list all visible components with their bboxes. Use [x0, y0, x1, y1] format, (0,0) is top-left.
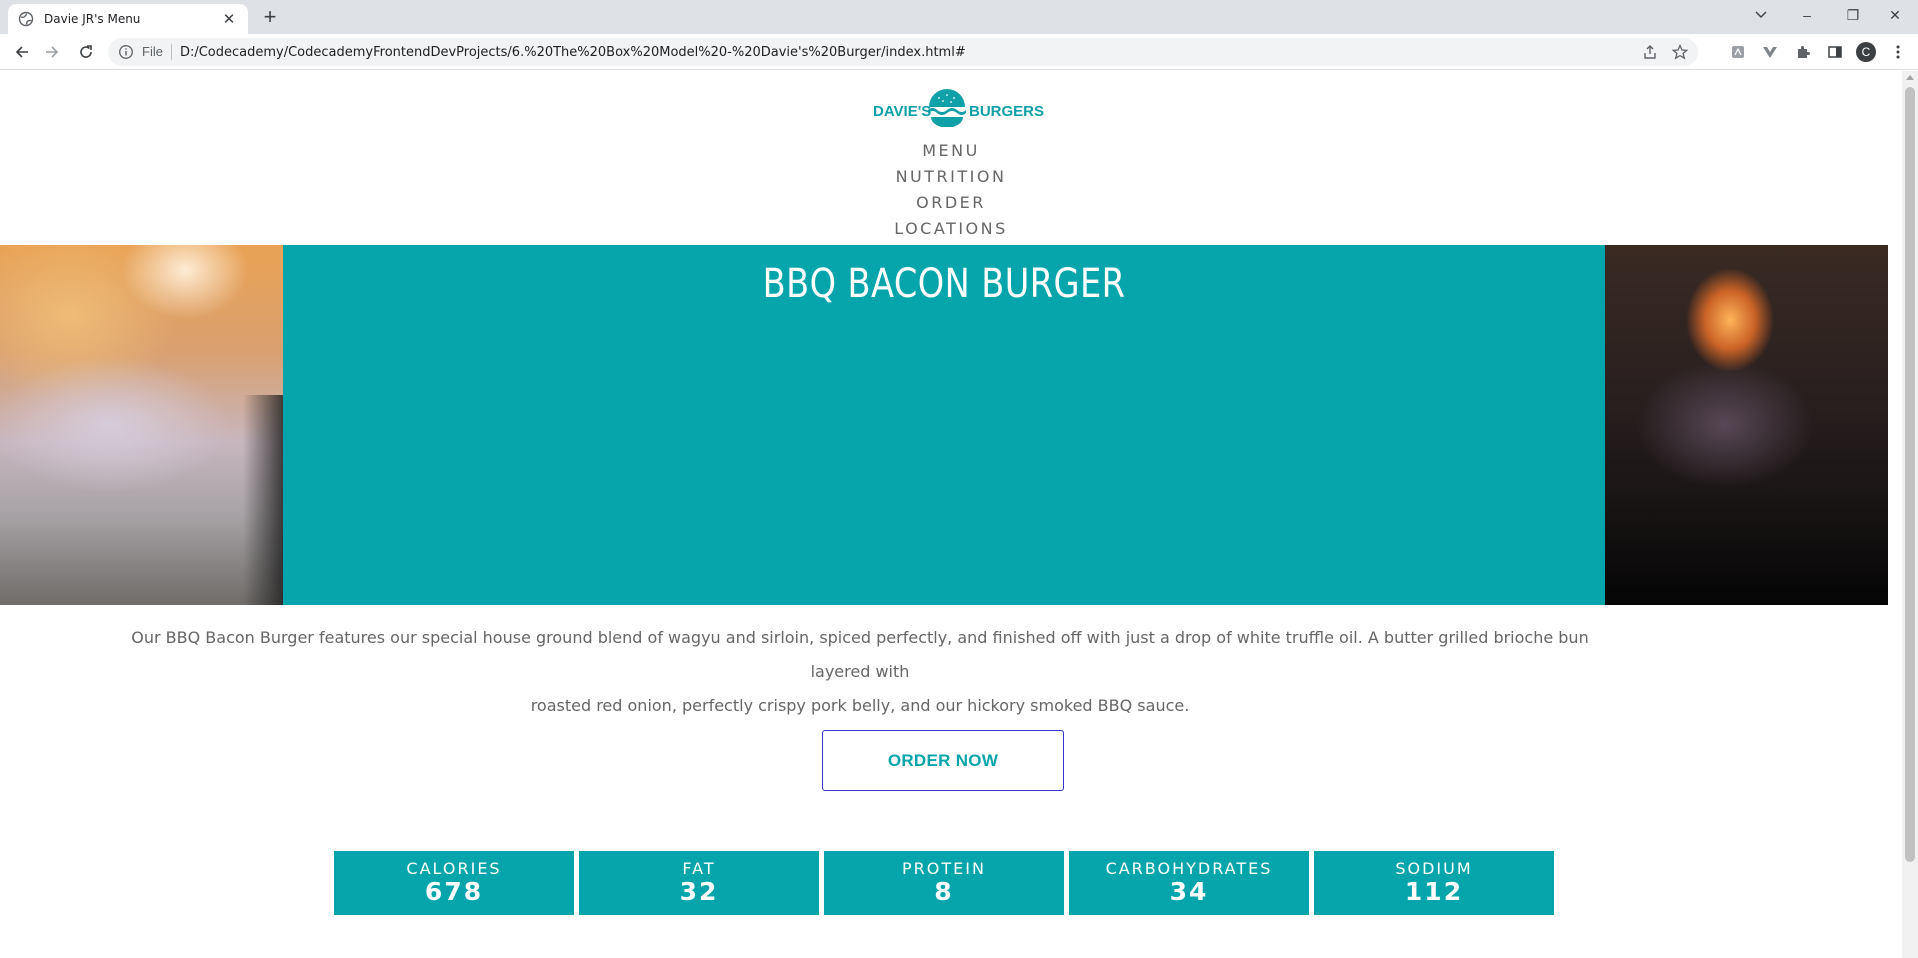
nutrition-carbohydrates: CARBOHYDRATES 34 [1069, 851, 1309, 915]
tab-close-icon[interactable]: ✕ [220, 10, 238, 28]
hero-left-blurred-photo [0, 245, 283, 605]
nav-locations-link[interactable]: LOCATIONS [0, 216, 1902, 242]
nutrition-protein: PROTEIN 8 [824, 851, 1064, 915]
puzzle-icon[interactable] [1793, 42, 1813, 62]
address-url[interactable]: D:/Codecademy/CodecademyFrontendDevProje… [180, 45, 966, 60]
page-title: BBQ BACON BURGER [762, 261, 1126, 307]
nutrition-sodium: SODIUM 112 [1314, 851, 1554, 915]
description-line-1: Our BBQ Bacon Burger features our specia… [131, 628, 1589, 681]
nutrition-label: SODIUM [1395, 859, 1473, 878]
site-header: DAVIE'S BURGERS MENU NUTRITION ORDER LOC… [0, 71, 1902, 245]
nutrition-stats: CALORIES 678 FAT 32 PROTEIN 8 CARBOHYDRA… [334, 851, 1554, 915]
star-icon[interactable] [1672, 44, 1688, 60]
pdf-extension-icon[interactable] [1728, 42, 1748, 62]
browser-tab-strip: Davie JR's Menu ✕ + – ❐ ✕ [0, 0, 1918, 34]
avatar: C [1856, 42, 1876, 62]
tab-title: Davie JR's Menu [44, 12, 141, 26]
profile-avatar[interactable]: C [1856, 42, 1876, 62]
nutrition-label: PROTEIN [902, 859, 986, 878]
logo-text-right: BURGERS [969, 103, 1045, 120]
nutrition-value: 8 [934, 877, 954, 906]
order-now-button[interactable]: ORDER NOW [822, 730, 1064, 791]
hero-banner: BBQ BACON BURGER [0, 245, 1888, 605]
nutrition-label: FAT [682, 859, 716, 878]
nutrition-label: CALORIES [406, 859, 502, 878]
hero-right-blurred-photo [1605, 245, 1888, 605]
address-bar[interactable]: File D:/Codecademy/CodecademyFrontendDev… [108, 38, 1698, 66]
nutrition-value: 32 [679, 877, 719, 906]
share-icon[interactable] [1642, 44, 1658, 60]
close-window-button[interactable]: ✕ [1872, 0, 1918, 30]
side-panel-icon[interactable] [1825, 42, 1845, 62]
globe-icon [18, 11, 34, 27]
vue-devtools-icon[interactable] [1760, 42, 1780, 62]
nutrition-label: CARBOHYDRATES [1105, 859, 1273, 878]
burger-logo-icon [928, 89, 966, 127]
nutrition-value: 34 [1169, 877, 1209, 906]
scrollbar-thumb[interactable] [1905, 87, 1915, 862]
minimize-button[interactable]: – [1784, 0, 1830, 30]
back-icon[interactable] [8, 38, 36, 66]
info-icon[interactable] [118, 44, 134, 60]
tab-search-chevron-icon[interactable] [1738, 0, 1784, 30]
burger-description: Our BBQ Bacon Burger features our specia… [110, 621, 1610, 723]
forward-icon[interactable] [38, 38, 66, 66]
page-viewport: DAVIE'S BURGERS MENU NUTRITION ORDER LOC… [0, 71, 1902, 958]
logo-text-left: DAVIE'S [873, 103, 932, 120]
browser-toolbar: File D:/Codecademy/CodecademyFrontendDev… [0, 34, 1918, 70]
address-scheme: File [142, 44, 172, 60]
new-tab-button[interactable]: + [258, 5, 282, 29]
site-logo[interactable]: DAVIE'S BURGERS [873, 87, 1044, 129]
nav-nutrition-link[interactable]: NUTRITION [0, 164, 1902, 190]
nutrition-value: 678 [424, 877, 484, 906]
page-scrollbar[interactable] [1902, 71, 1918, 958]
restore-button[interactable]: ❐ [1830, 0, 1876, 30]
nav-menu-link[interactable]: MENU [0, 138, 1902, 164]
nutrition-fat: FAT 32 [579, 851, 819, 915]
nutrition-value: 112 [1404, 877, 1464, 906]
scroll-up-arrow-icon[interactable] [1906, 75, 1914, 80]
nutrition-calories: CALORIES 678 [334, 851, 574, 915]
reload-icon[interactable] [72, 38, 100, 66]
description-line-2: roasted red onion, perfectly crispy pork… [530, 696, 1190, 715]
main-nav: MENU NUTRITION ORDER LOCATIONS [0, 138, 1902, 242]
menu-icon[interactable] [1888, 42, 1908, 62]
nav-order-link[interactable]: ORDER [0, 190, 1902, 216]
browser-tab[interactable]: Davie JR's Menu ✕ [8, 4, 248, 34]
